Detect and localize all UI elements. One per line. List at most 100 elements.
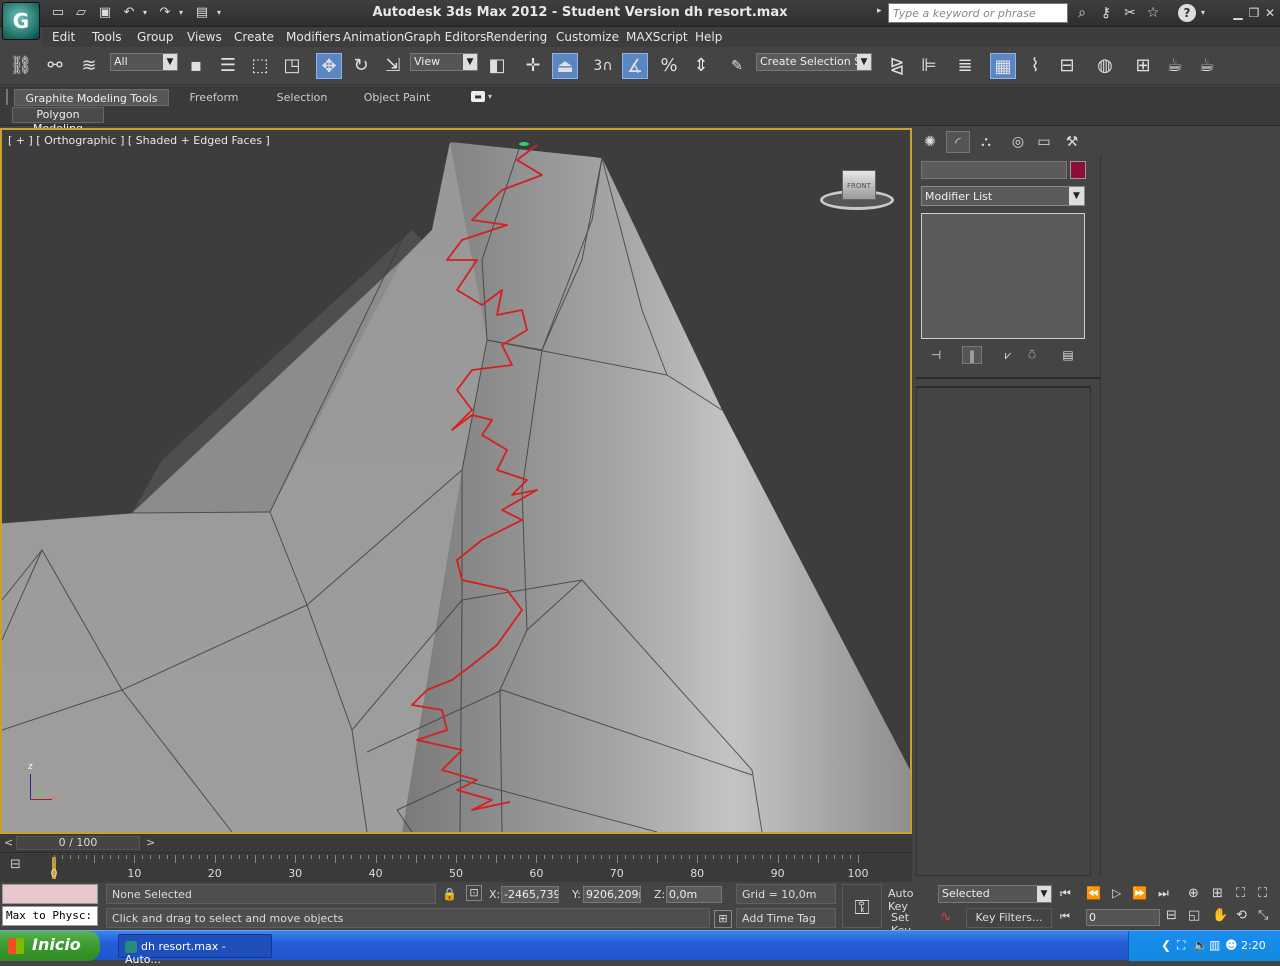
ribbon-options-icon[interactable]: ▬ bbox=[471, 91, 485, 102]
time-slider[interactable]: < 0 / 100 > bbox=[0, 834, 912, 852]
previous-frame-icon[interactable]: ⏪ bbox=[1086, 886, 1101, 900]
curve-editor-icon[interactable]: ⌇ bbox=[1022, 53, 1048, 79]
help-dropdown-icon[interactable]: ▾ bbox=[1198, 4, 1208, 22]
make-unique-icon[interactable]: ⩗ bbox=[998, 346, 1018, 364]
pan-view-icon[interactable]: ✋ bbox=[1212, 908, 1228, 923]
time-slider-next[interactable]: > bbox=[146, 836, 155, 849]
menu-modifiers[interactable]: Modifiers bbox=[286, 30, 341, 44]
render-setup-icon[interactable]: ⊞ bbox=[1130, 53, 1156, 79]
collapse-search-icon[interactable]: ▸ bbox=[877, 6, 882, 16]
help-icon[interactable]: ? bbox=[1178, 4, 1196, 22]
select-and-move-icon[interactable]: ✥ bbox=[316, 53, 342, 79]
undo-dropdown-icon[interactable]: ▾ bbox=[140, 5, 150, 21]
remove-modifier-icon[interactable]: ⍥ bbox=[1022, 346, 1042, 364]
undo-icon[interactable]: ↶ bbox=[120, 5, 138, 21]
tab-object-paint[interactable]: Object Paint bbox=[350, 89, 444, 106]
selection-lock-icon[interactable]: 🔒 bbox=[442, 887, 457, 901]
key-curve-icon[interactable]: ∿ bbox=[940, 909, 952, 925]
redo-dropdown-icon[interactable]: ▾ bbox=[176, 5, 186, 21]
render-production-icon[interactable]: ☕ bbox=[1194, 53, 1220, 79]
display-tab-icon[interactable]: ▭ bbox=[1032, 131, 1056, 153]
angle-snap-icon[interactable]: ∡ bbox=[622, 53, 648, 79]
subscription-key-icon[interactable]: ⚷ bbox=[1096, 4, 1116, 22]
select-manipulate-icon[interactable]: ✛ bbox=[520, 53, 546, 79]
object-color-swatch[interactable] bbox=[1070, 161, 1086, 179]
time-slider-thumb[interactable]: 0 / 100 bbox=[16, 836, 140, 850]
tab-freeform[interactable]: Freeform bbox=[172, 89, 256, 106]
menu-group[interactable]: Group bbox=[137, 30, 174, 44]
material-editor-icon[interactable]: ◍ bbox=[1092, 53, 1118, 79]
utilities-tab-icon[interactable]: ⚒ bbox=[1060, 131, 1084, 153]
set-key-icon[interactable]: ⚿ bbox=[842, 884, 882, 928]
edit-named-selection-icon[interactable]: ✎ bbox=[724, 53, 750, 79]
zoom-all-icon[interactable]: ⊞ bbox=[1212, 886, 1223, 901]
ribbon-dropdown-icon[interactable]: ▾ bbox=[488, 92, 492, 101]
named-selection-set-dropdown[interactable]: Create Selection Se ▼ bbox=[756, 53, 872, 71]
time-tag-icon[interactable]: ⊞ bbox=[714, 910, 732, 928]
z-coord-field[interactable]: 0,0m bbox=[666, 886, 722, 903]
spinner-snap-icon[interactable]: ⇕ bbox=[688, 53, 714, 79]
time-slider-prev[interactable]: < bbox=[4, 836, 13, 849]
project-folder-icon[interactable]: ▤ bbox=[193, 5, 211, 21]
binoculars-icon[interactable]: ⌕ bbox=[1072, 4, 1092, 22]
select-and-link-icon[interactable]: ⛓ bbox=[8, 53, 34, 79]
motion-tab-icon[interactable]: ◎ bbox=[1006, 131, 1030, 153]
track-bar[interactable]: ⊟ 0 10 20 30 40 50 60 70 80 90 100 bbox=[0, 852, 912, 882]
zoom-extents-icon[interactable]: ⛶ bbox=[1236, 886, 1245, 901]
menu-customize[interactable]: Customize bbox=[556, 30, 619, 44]
menu-rendering[interactable]: Rendering bbox=[486, 30, 547, 44]
network-icon[interactable]: ⛶ bbox=[1177, 938, 1185, 953]
restore-icon[interactable]: ❐ bbox=[1246, 5, 1262, 21]
zoom-extents-all-icon[interactable]: ⛶ bbox=[1258, 886, 1267, 901]
go-to-end-icon[interactable]: ⏭ bbox=[1158, 886, 1169, 901]
panel-polygon-modeling[interactable]: Polygon Modeling bbox=[12, 107, 104, 135]
align-icon[interactable]: ⊫ bbox=[916, 53, 942, 79]
menu-create[interactable]: Create bbox=[234, 30, 274, 44]
new-file-icon[interactable]: ▭ bbox=[49, 5, 67, 21]
keyboard-shortcut-override-icon[interactable]: ⏏ bbox=[552, 53, 578, 79]
maxscript-mini-listener[interactable]: Max to Physc: bbox=[2, 906, 98, 926]
save-icon[interactable]: ▣ bbox=[96, 5, 114, 21]
tab-graphite-modeling-tools[interactable]: Graphite Modeling Tools bbox=[14, 89, 169, 106]
current-frame-field[interactable]: 0 bbox=[1086, 909, 1160, 926]
viewcube[interactable]: FRONT bbox=[820, 168, 898, 214]
tab-selection[interactable]: Selection bbox=[262, 89, 342, 106]
rectangular-selection-icon[interactable]: ⬚ bbox=[247, 53, 273, 79]
menu-tools[interactable]: Tools bbox=[92, 30, 122, 44]
show-end-result-icon[interactable]: ‖ bbox=[962, 346, 982, 364]
add-time-tag-button[interactable]: Add Time Tag bbox=[736, 908, 836, 928]
open-file-icon[interactable]: ▱ bbox=[72, 5, 90, 21]
infocenter-search-input[interactable]: Type a keyword or phrase bbox=[888, 3, 1068, 23]
orbit-icon[interactable]: ⟲ bbox=[1236, 908, 1247, 923]
menu-graph-editors[interactable]: Graph Editors bbox=[404, 30, 486, 44]
layer-manager-icon[interactable]: ≣ bbox=[952, 53, 978, 79]
menu-edit[interactable]: Edit bbox=[52, 30, 75, 44]
modifier-stack[interactable] bbox=[921, 213, 1085, 339]
select-by-name-icon[interactable]: ☰ bbox=[215, 53, 241, 79]
x-coord-field[interactable]: -2465,739m bbox=[501, 886, 559, 903]
tray-app-icon[interactable]: ▥ bbox=[1209, 938, 1220, 952]
selection-filter-dropdown[interactable]: All ▼ bbox=[110, 53, 178, 71]
time-configuration-icon[interactable]: ⊟ bbox=[1166, 908, 1177, 923]
menu-animation[interactable]: Animation bbox=[343, 30, 404, 44]
taskbar-item-3dsmax[interactable]: dh resort.max - Auto... bbox=[118, 934, 272, 966]
unlink-icon[interactable]: ⚯ bbox=[42, 53, 68, 79]
redo-icon[interactable]: ↷ bbox=[156, 5, 174, 21]
rendered-frame-window-icon[interactable]: ☕ bbox=[1162, 53, 1188, 79]
window-crossing-icon[interactable]: ◳ bbox=[279, 53, 305, 79]
percent-snap-icon[interactable]: % bbox=[656, 53, 682, 79]
key-mode-dropdown[interactable]: Selected ▼ bbox=[938, 885, 1052, 903]
play-icon[interactable]: ▷ bbox=[1112, 886, 1121, 900]
menu-views[interactable]: Views bbox=[187, 30, 222, 44]
quick-access-dropdown-icon[interactable]: ▾ bbox=[214, 5, 224, 21]
minimize-icon[interactable]: ▁ bbox=[1230, 5, 1246, 21]
hierarchy-tab-icon[interactable]: ⛬ bbox=[974, 131, 998, 153]
maximize-viewport-icon[interactable]: ⤡ bbox=[1258, 908, 1268, 923]
close-icon[interactable]: ✕ bbox=[1262, 5, 1278, 21]
next-frame-icon[interactable]: ⏩ bbox=[1132, 886, 1147, 900]
snaps-toggle-icon[interactable]: 3∩ bbox=[590, 53, 616, 79]
schematic-view-icon[interactable]: ⊟ bbox=[1054, 53, 1080, 79]
application-button[interactable]: G bbox=[2, 2, 40, 40]
bind-space-warp-icon[interactable]: ≋ bbox=[76, 53, 102, 79]
create-tab-icon[interactable]: ✺ bbox=[918, 131, 942, 153]
